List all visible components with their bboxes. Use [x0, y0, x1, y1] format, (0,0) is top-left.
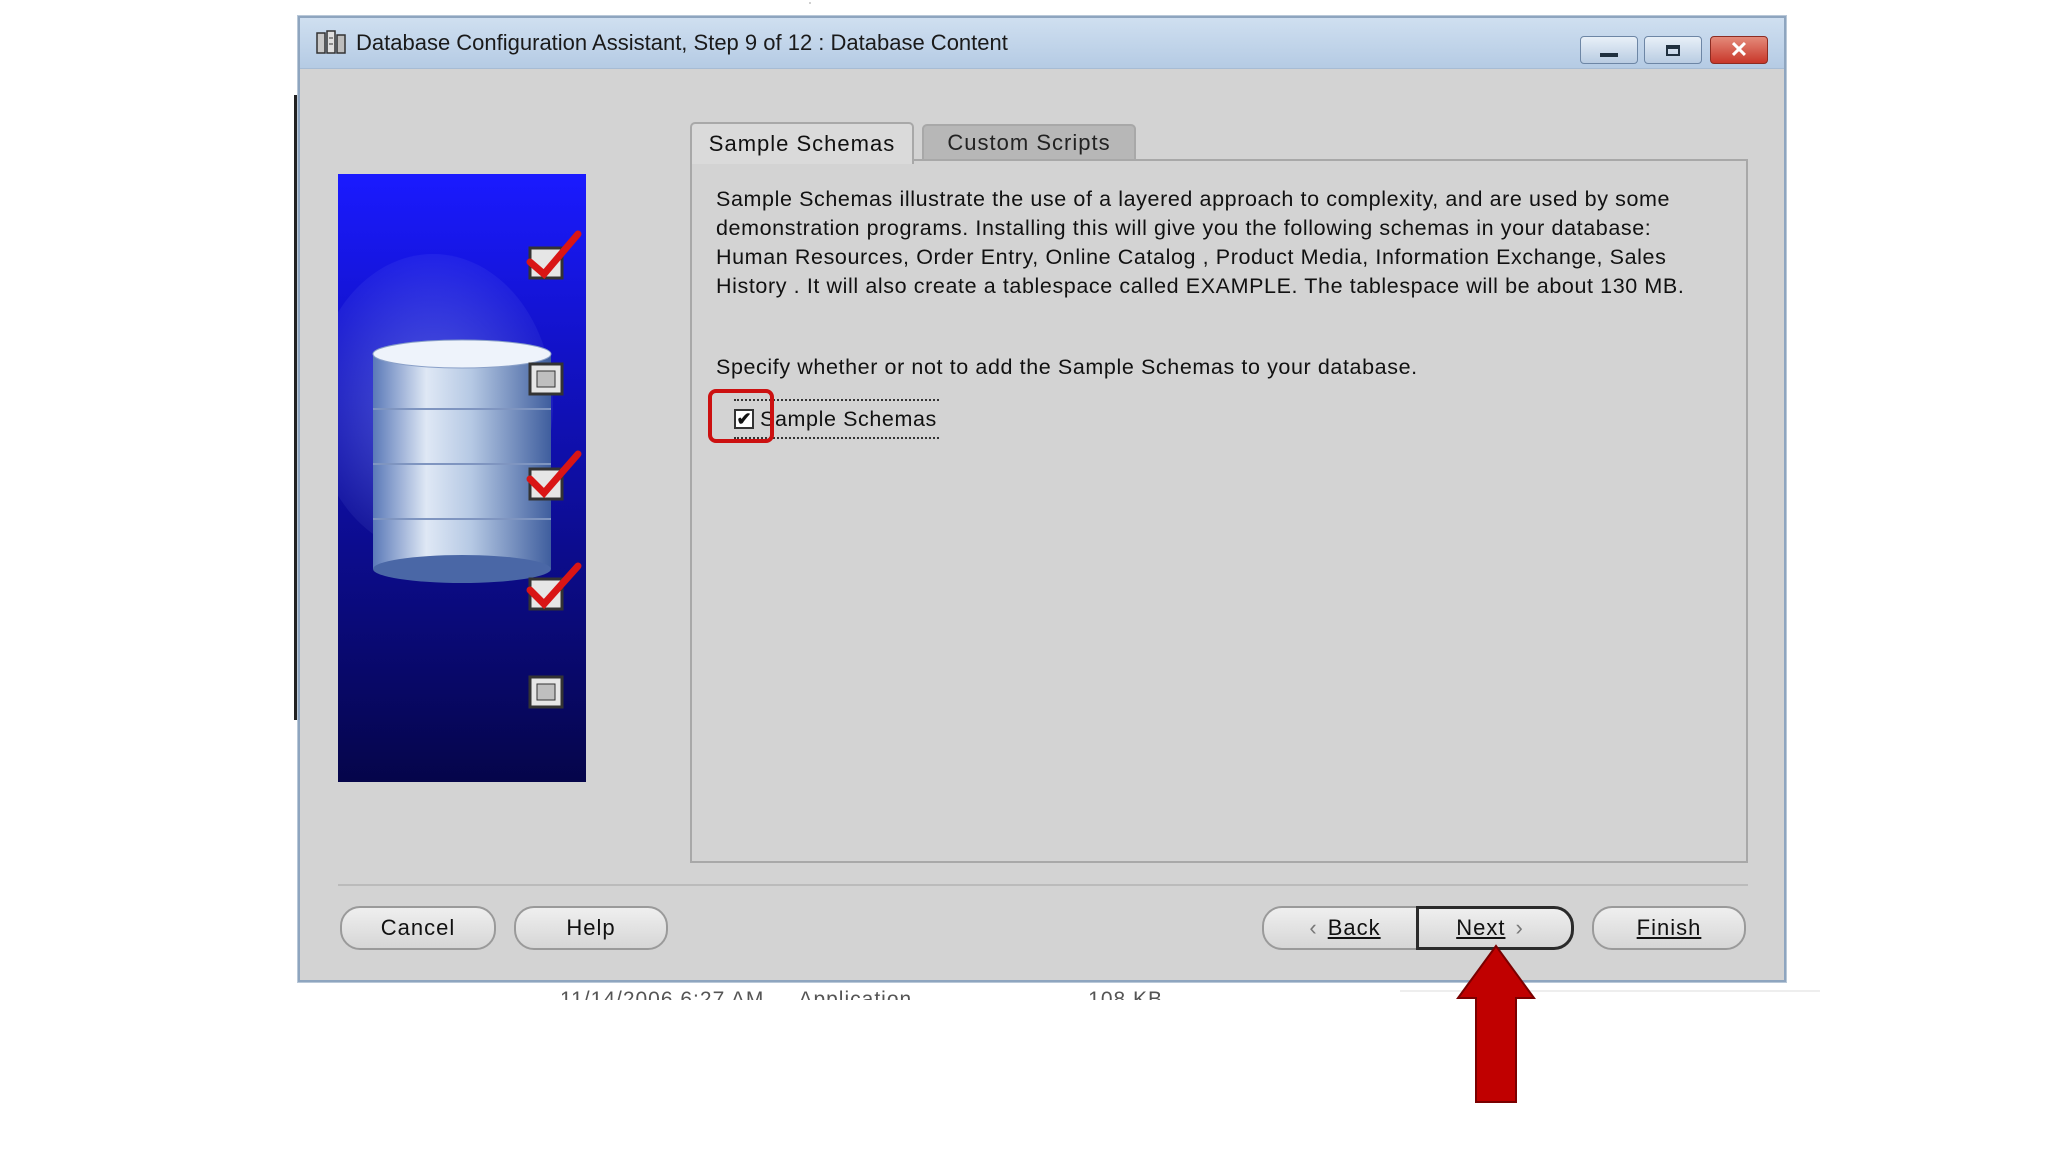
step-checkbox-5	[528, 675, 564, 709]
button-separator	[338, 884, 1748, 886]
close-icon: ✕	[1729, 37, 1749, 62]
background-file-row: 11/14/2006 6:27 AM Application 108 KB	[560, 988, 1163, 1000]
dbca-window: Database Configuration Assistant, Step 9…	[298, 16, 1786, 982]
app-icon	[316, 30, 346, 54]
close-button[interactable]: ✕	[1710, 36, 1768, 64]
cancel-label: Cancel	[380, 915, 456, 940]
file-date: 11/14/2006 6:27 AM	[560, 988, 765, 1000]
chevron-right-icon: ›	[1515, 915, 1524, 940]
sample-schemas-prompt: Specify whether or not to add the Sample…	[716, 355, 1418, 379]
checkbox-highlight-annotation	[708, 389, 774, 443]
next-arrow-annotation-icon	[1456, 944, 1536, 1103]
database-cylinder-icon	[373, 354, 551, 569]
chevron-left-icon: ‹	[1309, 915, 1318, 940]
next-label: Next	[1456, 915, 1506, 940]
back-label: Back	[1327, 915, 1381, 940]
title-bar[interactable]: Database Configuration Assistant, Step 9…	[300, 18, 1784, 69]
minimize-icon	[1600, 53, 1618, 57]
back-button[interactable]: ‹ Back	[1262, 906, 1418, 950]
wizard-progress-illustration	[338, 174, 586, 782]
file-type: Application	[798, 988, 913, 1000]
sample-schemas-checkbox-label[interactable]: Sample Schemas	[760, 407, 937, 432]
sample-schemas-panel: Sample Schemas illustrate the use of a l…	[690, 159, 1748, 863]
finish-label: Finish	[1636, 915, 1702, 940]
cancel-button[interactable]: Cancel	[340, 906, 496, 950]
window-title: Database Configuration Assistant, Step 9…	[356, 30, 1008, 55]
minimize-button[interactable]	[1580, 36, 1638, 64]
background-fragment: ˈ	[808, 0, 812, 14]
tab-custom-scripts[interactable]: Custom Scripts	[922, 124, 1136, 160]
restore-icon	[1666, 44, 1680, 56]
maximize-button[interactable]	[1644, 36, 1702, 64]
help-label: Help	[566, 915, 616, 940]
sample-schemas-description: Sample Schemas illustrate the use of a l…	[716, 187, 1685, 298]
file-size: 108 KB	[1088, 988, 1164, 1000]
help-button[interactable]: Help	[514, 906, 668, 950]
step-checkbox-2	[528, 362, 564, 396]
finish-button[interactable]: Finish	[1592, 906, 1746, 950]
tab-sample-schemas[interactable]: Sample Schemas	[690, 122, 914, 164]
database-illustration	[338, 230, 582, 709]
